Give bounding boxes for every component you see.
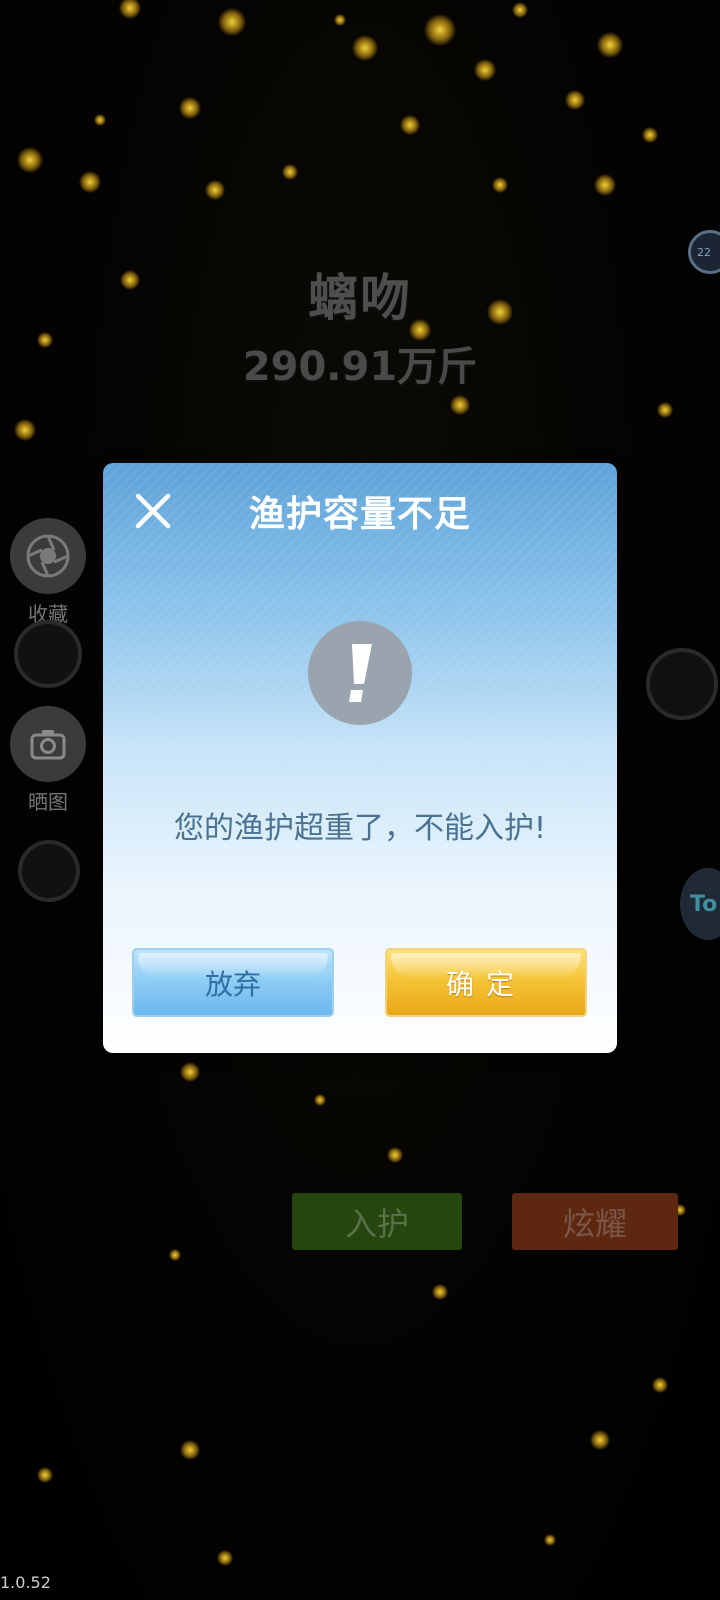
golden-particle xyxy=(492,177,508,193)
golden-particle xyxy=(652,1377,668,1393)
golden-particle xyxy=(657,402,673,418)
side-tool-badge-text: To xyxy=(690,891,718,917)
exclamation-icon xyxy=(308,621,412,725)
golden-particle xyxy=(178,96,202,120)
golden-particle xyxy=(180,1062,200,1082)
decorative-ring xyxy=(14,620,82,688)
golden-particle xyxy=(432,1284,448,1300)
golden-particle xyxy=(590,1430,610,1450)
version-label: 1.0.52 xyxy=(0,1573,51,1592)
golden-particle xyxy=(17,147,43,173)
collect-button[interactable]: 收藏 xyxy=(10,518,86,627)
confirm-label: 确定 xyxy=(445,967,526,1001)
golden-particle xyxy=(37,1467,53,1483)
golden-particle xyxy=(118,0,142,20)
golden-particle xyxy=(597,32,623,58)
decorative-ring xyxy=(646,648,718,720)
golden-particle xyxy=(205,180,225,200)
golden-particle xyxy=(512,2,528,18)
aperture-icon xyxy=(10,518,86,594)
golden-particle xyxy=(313,1093,327,1107)
decorative-ring xyxy=(18,840,80,902)
golden-particle xyxy=(424,14,456,46)
cancel-button[interactable]: 放弃 xyxy=(132,948,334,1017)
side-tool-badge[interactable]: To xyxy=(680,868,720,940)
golden-particle xyxy=(78,170,102,194)
golden-particle xyxy=(93,113,107,127)
golden-particle xyxy=(13,418,37,442)
cancel-label: 放弃 xyxy=(204,967,261,1001)
golden-particle xyxy=(565,90,585,110)
fish-weight: 290.91万斤 xyxy=(242,344,478,390)
fish-name: 螭吻 xyxy=(308,269,412,327)
golden-particle xyxy=(400,115,420,135)
golden-particle xyxy=(543,1533,557,1547)
golden-particle xyxy=(333,13,347,27)
golden-particle xyxy=(473,58,497,82)
guard-button[interactable]: 入护 xyxy=(292,1193,462,1250)
golden-particle xyxy=(642,127,658,143)
dialog-message: 您的渔护超重了，不能入护! xyxy=(173,811,547,846)
golden-particle xyxy=(352,35,378,61)
confirm-button[interactable]: 确定 xyxy=(385,948,587,1017)
camera-icon xyxy=(10,706,86,782)
golden-particle xyxy=(450,395,470,415)
golden-particle xyxy=(180,1440,200,1460)
dialog-title: 渔护容量不足 xyxy=(248,494,471,535)
golden-particle xyxy=(217,1550,233,1566)
capacity-dialog: 渔护容量不足 您的渔护超重了，不能入护! 放弃 确定 xyxy=(103,463,617,1053)
level-badge-text: 22 xyxy=(697,245,711,259)
golden-particle xyxy=(387,1147,403,1163)
share-image-button[interactable]: 晒图 xyxy=(10,706,86,815)
golden-particle xyxy=(217,7,247,37)
golden-particle xyxy=(282,164,298,180)
share-label: 晒图 xyxy=(28,790,68,814)
game-screen: 螭吻 290.91万斤 22 收藏 晒图 To 入护 炫耀 1.0.52 渔护容… xyxy=(0,0,720,1600)
golden-particle xyxy=(593,173,617,197)
show-off-button[interactable]: 炫耀 xyxy=(512,1193,678,1250)
golden-particle xyxy=(168,1248,182,1262)
